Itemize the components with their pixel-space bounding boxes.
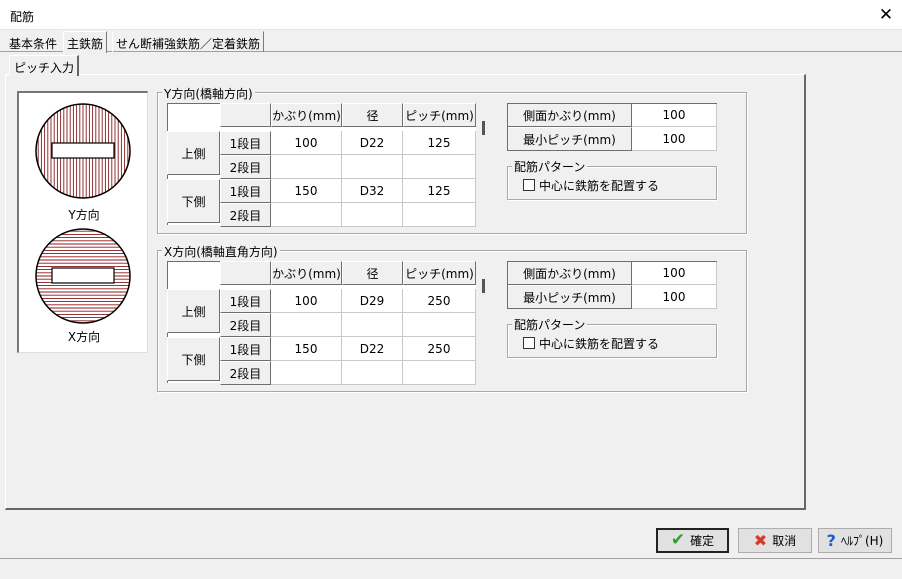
scrollbar-thumb[interactable] bbox=[482, 279, 485, 293]
diameter-cell[interactable] bbox=[342, 203, 403, 227]
upper-side-label: 上側 bbox=[167, 289, 220, 333]
cover-header: かぶり(mm) bbox=[271, 103, 342, 127]
pitch-cell[interactable] bbox=[403, 361, 476, 385]
diameter-cell[interactable] bbox=[342, 155, 403, 179]
question-icon: ? bbox=[826, 530, 836, 550]
close-icon[interactable]: ✕ bbox=[876, 4, 896, 26]
cover-cell[interactable] bbox=[271, 361, 342, 385]
diameter-header: 径 bbox=[342, 261, 403, 285]
y-side-cover-label: 側面かぶり(mm) bbox=[507, 103, 632, 127]
diameter-cell[interactable]: D32 bbox=[342, 179, 403, 203]
ok-button[interactable]: ✔ 確定 bbox=[656, 528, 729, 553]
diameter-header: 径 bbox=[342, 103, 403, 127]
cancel-button-label: 取消 bbox=[772, 534, 797, 548]
x-direction-section-icon bbox=[35, 228, 131, 324]
diameter-cell[interactable]: D22 bbox=[342, 337, 403, 361]
x-min-pitch-value[interactable]: 100 bbox=[632, 285, 717, 309]
y-min-pitch-label: 最小ピッチ(mm) bbox=[507, 127, 632, 151]
y-center-rebar-checkbox[interactable] bbox=[523, 179, 535, 191]
pitch-cell[interactable] bbox=[403, 203, 476, 227]
diameter-cell[interactable]: D29 bbox=[342, 289, 403, 313]
x-min-pitch-label: 最小ピッチ(mm) bbox=[507, 285, 632, 309]
y-side-cover-value[interactable]: 100 bbox=[632, 103, 717, 127]
cover-cell[interactable]: 100 bbox=[271, 131, 342, 155]
cover-cell[interactable] bbox=[271, 155, 342, 179]
x-side-cover-label: 側面かぶり(mm) bbox=[507, 261, 632, 285]
grid-corner-header bbox=[220, 261, 271, 285]
lower-side-label: 下側 bbox=[167, 179, 220, 223]
x-direction-group-title: X方向(橋軸直角方向) bbox=[162, 243, 280, 260]
pitch-cell[interactable]: 125 bbox=[403, 179, 476, 203]
pitch-cell[interactable]: 125 bbox=[403, 131, 476, 155]
pitch-cell[interactable] bbox=[403, 155, 476, 179]
pitch-cell[interactable]: 250 bbox=[403, 289, 476, 313]
scrollbar-thumb[interactable] bbox=[482, 121, 485, 135]
layer-row-label: 1段目 bbox=[220, 289, 271, 313]
window-title: 配筋 bbox=[10, 10, 35, 24]
cover-cell[interactable] bbox=[271, 313, 342, 337]
x-pattern-title: 配筋パターン bbox=[512, 316, 588, 333]
cross-icon: ✖ bbox=[753, 530, 768, 550]
layer-row-label: 2段目 bbox=[220, 361, 271, 385]
pitch-cell[interactable] bbox=[403, 313, 476, 337]
pitch-header: ピッチ(mm) bbox=[403, 103, 476, 127]
grid-scrollbar[interactable] bbox=[476, 103, 492, 225]
x-center-rebar-checkbox[interactable] bbox=[523, 337, 535, 349]
y-min-pitch-value[interactable]: 100 bbox=[632, 127, 717, 151]
cover-cell[interactable]: 150 bbox=[271, 337, 342, 361]
y-direction-section-icon bbox=[35, 103, 131, 199]
tab-main-rebar[interactable]: 主鉄筋 bbox=[63, 31, 108, 53]
cover-cell[interactable] bbox=[271, 203, 342, 227]
cancel-button[interactable]: ✖ 取消 bbox=[738, 528, 812, 553]
x-side-cover-value[interactable]: 100 bbox=[632, 261, 717, 285]
tab-shear-rebar[interactable]: せん断補強鉄筋／定着鉄筋 bbox=[112, 31, 265, 52]
title-bar bbox=[0, 0, 902, 30]
cover-cell[interactable]: 150 bbox=[271, 179, 342, 203]
tab-pitch-input[interactable]: ピッチ入力 bbox=[9, 55, 79, 76]
x-rebar-grid: かぶり(mm) 径ピッチ(mm) 上側 1段目 100 D29 250 2段目 下側 1段目 150… bbox=[167, 261, 493, 385]
grid-scrollbar[interactable] bbox=[476, 261, 492, 383]
lower-side-label: 下側 bbox=[167, 337, 220, 381]
cover-header: かぶり(mm) bbox=[271, 261, 342, 285]
tab-basic-conditions[interactable]: 基本条件 bbox=[6, 31, 60, 52]
layer-row-label: 1段目 bbox=[220, 131, 271, 155]
y-pattern-title: 配筋パターン bbox=[512, 158, 588, 175]
check-icon: ✔ bbox=[670, 530, 686, 550]
y-direction-group-title: Y方向(橋軸方向) bbox=[162, 85, 255, 102]
ok-button-label: 確定 bbox=[690, 534, 715, 548]
y-center-rebar-label[interactable]: 中心に鉄筋を配置する bbox=[539, 177, 659, 194]
pitch-header: ピッチ(mm) bbox=[403, 261, 476, 285]
layer-row-label: 2段目 bbox=[220, 313, 271, 337]
layer-row-label: 2段目 bbox=[220, 155, 271, 179]
grid-corner-header bbox=[220, 103, 271, 127]
y-direction-label: Y方向 bbox=[68, 208, 100, 222]
diameter-cell[interactable] bbox=[342, 361, 403, 385]
pitch-cell[interactable]: 250 bbox=[403, 337, 476, 361]
rebar-diagram-panel: Y方向 X方向 bbox=[17, 91, 148, 353]
diameter-cell[interactable] bbox=[342, 313, 403, 337]
layer-row-label: 2段目 bbox=[220, 203, 271, 227]
help-button[interactable]: ? ﾍﾙﾌﾟ(H) bbox=[818, 528, 892, 553]
y-rebar-grid: かぶり(mm) 径ピッチ(mm) 上側 1段目 100 D22 125 2段目 下側 1段目 150… bbox=[167, 103, 493, 227]
help-button-label: ﾍﾙﾌﾟ(H) bbox=[840, 534, 884, 548]
layer-row-label: 1段目 bbox=[220, 179, 271, 203]
diameter-cell[interactable]: D22 bbox=[342, 131, 403, 155]
status-bar bbox=[0, 559, 902, 579]
upper-side-label: 上側 bbox=[167, 131, 220, 175]
x-direction-label: X方向 bbox=[67, 330, 101, 344]
layer-row-label: 1段目 bbox=[220, 337, 271, 361]
cover-cell[interactable]: 100 bbox=[271, 289, 342, 313]
x-center-rebar-label[interactable]: 中心に鉄筋を配置する bbox=[539, 335, 659, 352]
